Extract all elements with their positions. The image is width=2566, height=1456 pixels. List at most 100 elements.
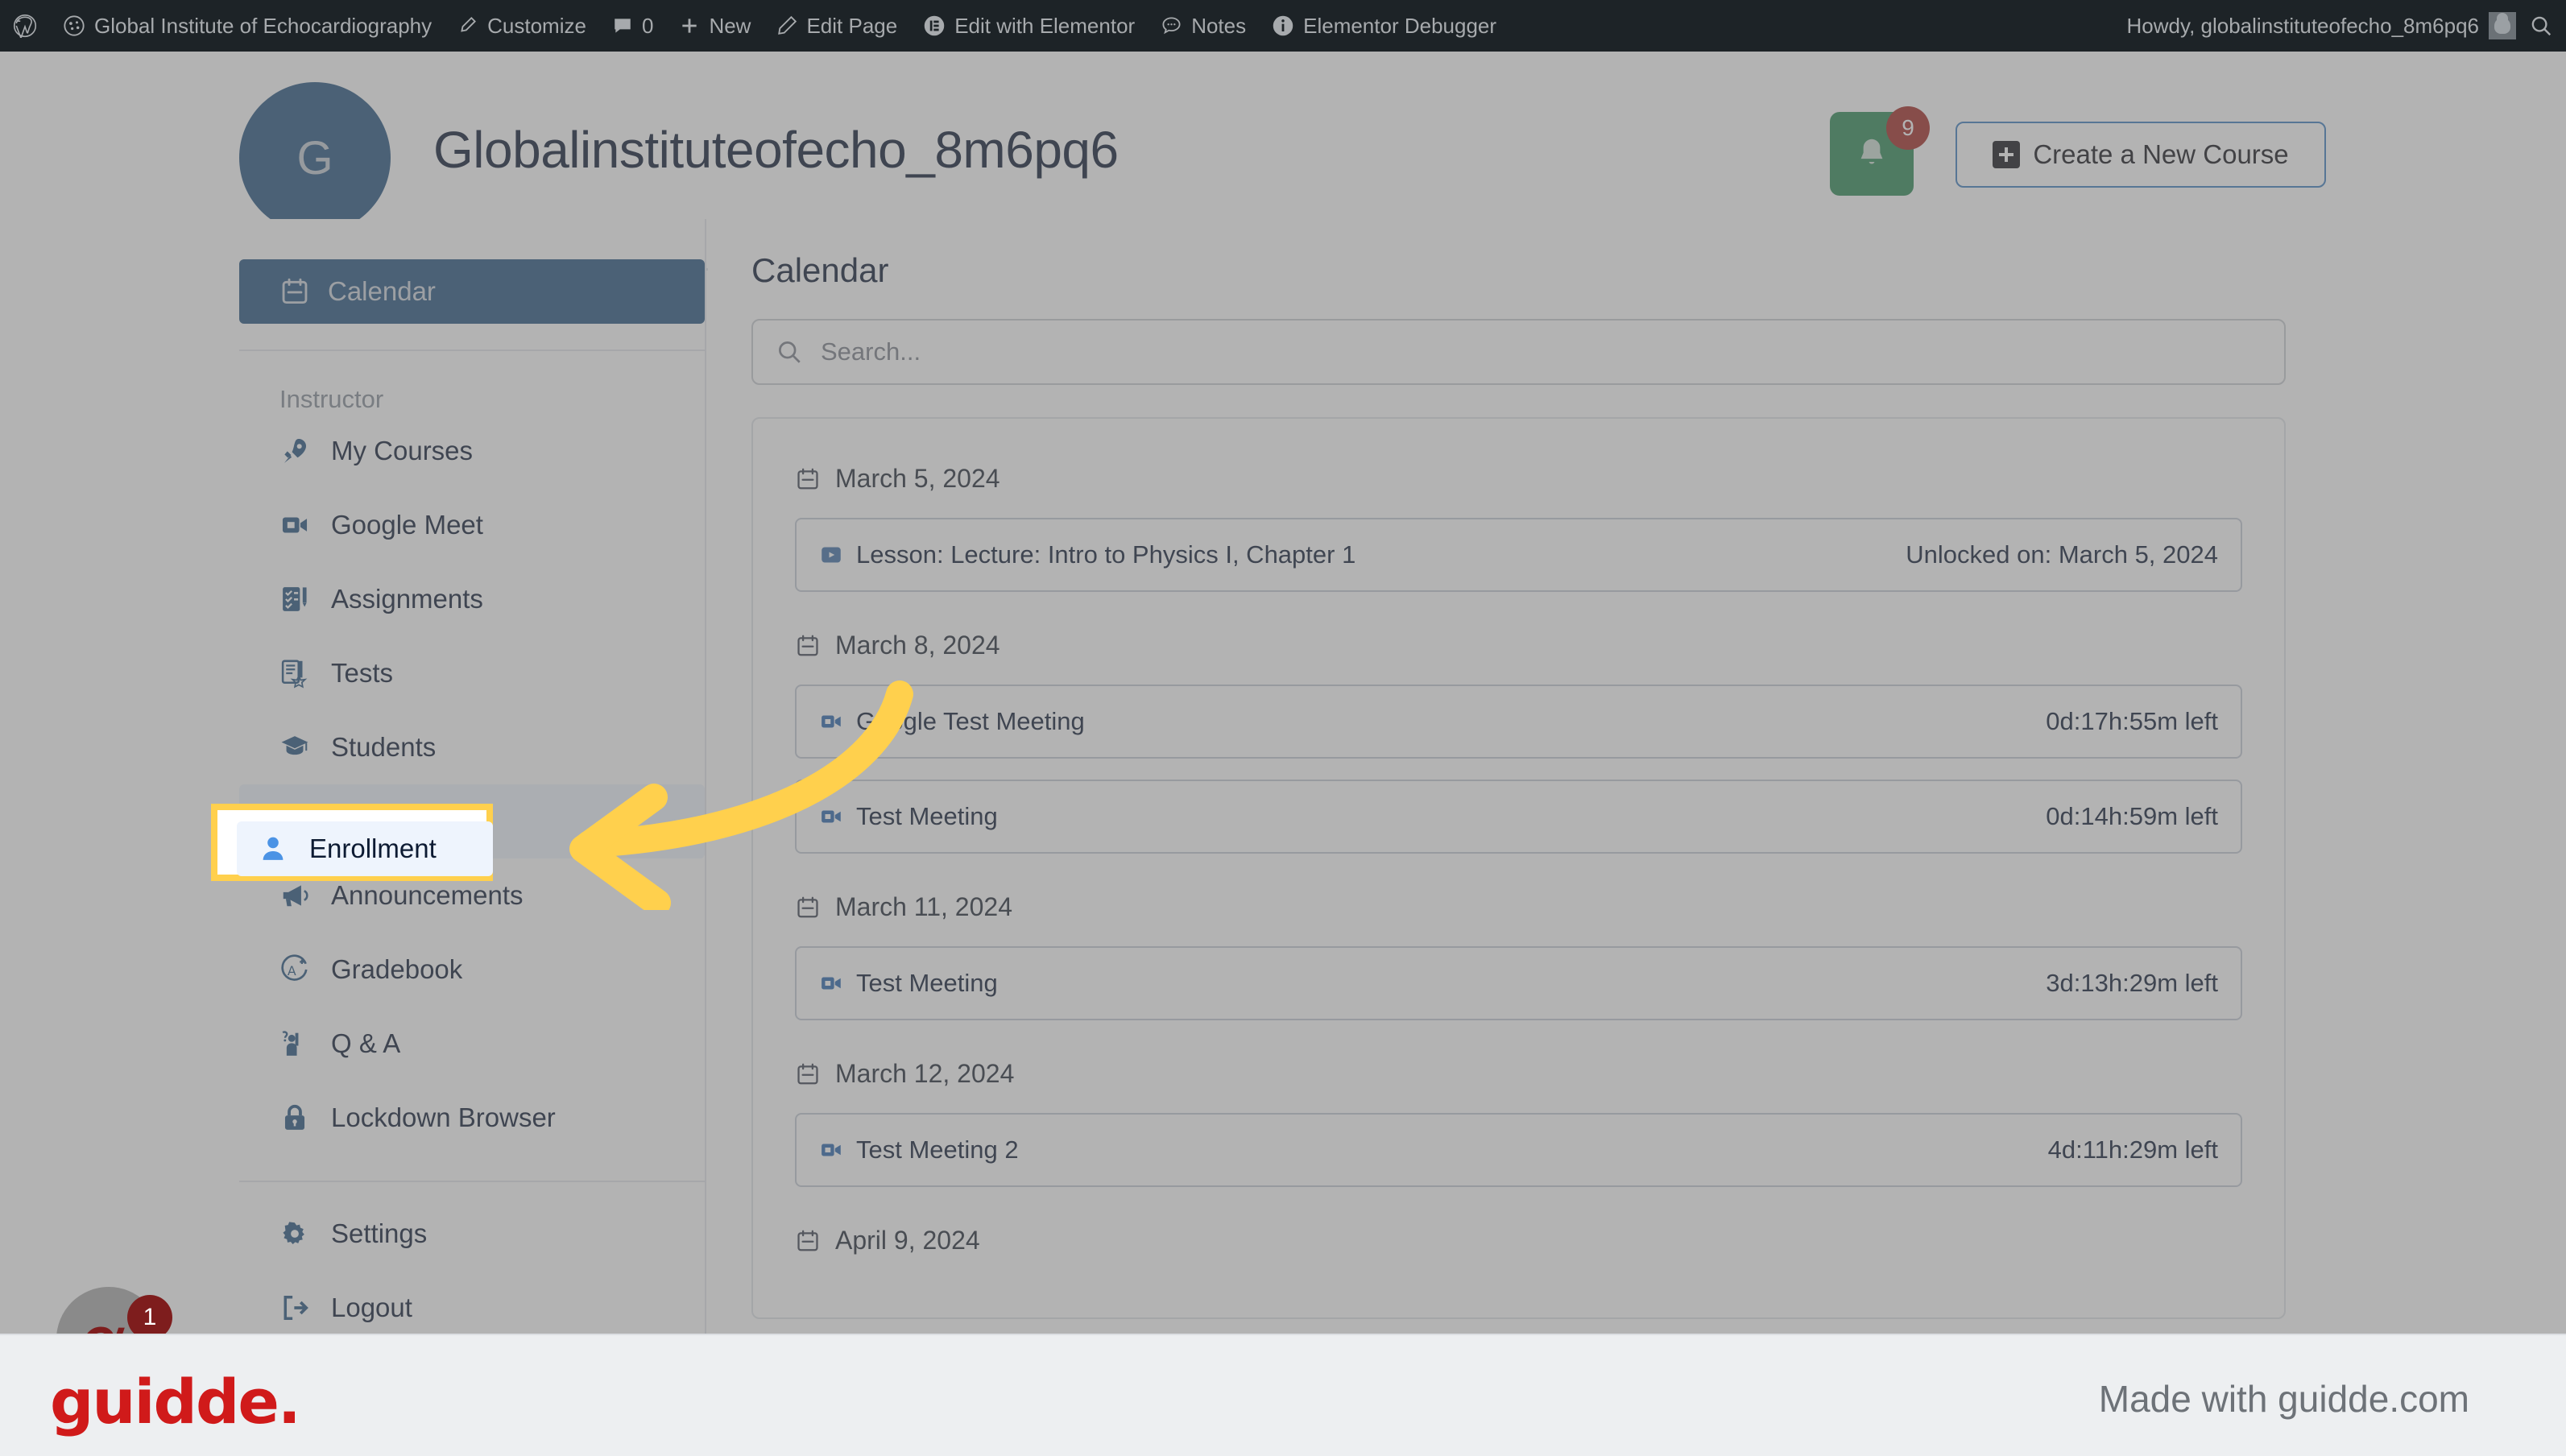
calendar-icon [797,1063,818,1084]
sidebar-item-settings-label: Settings [331,1218,428,1248]
sidebar-item-calendar[interactable]: Calendar [239,259,705,324]
adminbar-debugger-label: Elementor Debugger [1303,13,1497,38]
wordpress-icon [13,14,37,38]
date-label: April 9, 2024 [835,1226,980,1255]
megaphone-icon [283,885,308,907]
sidebar-item-qa[interactable]: Q & A [239,1007,705,1081]
gear-icon [283,1222,304,1244]
sidebar-item-gradebook-label: Gradebook [331,954,463,984]
date-label: March 11, 2024 [835,892,1012,921]
sidebar-item-settings[interactable]: Settings [239,1197,705,1271]
event-title: Google Test Meeting [856,707,1085,735]
event-row[interactable]: Test Meeting 2 4d:11h:29m left [795,1113,2242,1187]
page-title: Globalinstituteofecho_8m6pq6 [433,121,1119,179]
chat-bubble-icon: α [79,1305,130,1334]
create-new-course-button[interactable]: Create a New Course [1956,122,2326,188]
sidebar-item-google-meet[interactable]: Google Meet [239,488,705,562]
plus-square-icon [1993,141,2021,168]
video-camera-icon [822,977,841,990]
calendar-icon [797,1230,818,1251]
video-camera-icon [282,517,308,533]
event-row[interactable]: Google Test Meeting 0d:17h:55m left [795,685,2242,759]
event-title: Lesson: Lecture: Intro to Physics I, Cha… [856,540,1356,569]
guidde-logo: guidde. [50,1366,301,1437]
sidebar-item-lockdown-browser-label: Lockdown Browser [331,1102,556,1132]
guidde-footer: guidde. Made with guidde.com [0,1334,2566,1456]
sidebar-item-logout[interactable]: Logout [239,1271,705,1334]
notifications-badge: 9 [1886,106,1930,150]
adminbar-notes[interactable]: Notes [1148,0,1259,52]
sidebar-item-my-courses[interactable]: My Courses [239,414,705,488]
search-icon [779,341,801,363]
play-video-icon [822,547,841,563]
sidebar-item-gradebook[interactable]: A Gradebook [239,933,705,1007]
adminbar-site-name-label: Global Institute of Echocardiography [94,13,432,38]
enrollment-highlight-box: Enrollment [211,804,493,881]
event-meta: 3d:13h:29m left [2046,969,2218,997]
adminbar-right-group: Howdy, globalinstituteofecho_8m6pq6 [2127,0,2566,52]
adminbar-howdy[interactable]: Howdy, globalinstituteofecho_8m6pq6 [2127,14,2489,39]
sidebar-item-logout-label: Logout [331,1293,412,1322]
adminbar-comments-count: 0 [641,13,654,38]
date-label: March 8, 2024 [835,631,1000,660]
sidebar-item-assignments[interactable]: Assignments [239,562,705,636]
adminbar-search-button[interactable] [2516,0,2566,52]
main-content: Calendar Search... March 5, 2024 Lesson:… [708,219,2326,1334]
adminbar-edit-with-elementor[interactable]: Edit with Elementor [910,0,1148,52]
search-input[interactable]: Search... [751,319,2286,385]
event-meta: 0d:14h:59m left [2046,802,2218,830]
question-person-icon [282,1031,299,1056]
sidebar: Calendar Instructor My Courses Google Me… [239,219,706,1334]
sidebar-item-my-courses-label: My Courses [331,436,474,465]
sidebar-item-students[interactable]: Students [239,710,705,784]
sidebar-item-tests[interactable]: Tests [239,636,705,710]
notes-icon [1162,16,1181,34]
calendar-icon [797,468,818,489]
sidebar-item-lockdown-browser[interactable]: Lockdown Browser [239,1081,705,1155]
comment-icon [615,19,631,33]
adminbar-customize[interactable]: Customize [445,0,599,52]
event-left: Test Meeting 2 [819,1135,1019,1164]
lock-icon [284,1104,305,1130]
checklist-icon [283,587,307,611]
video-camera-icon [822,1144,841,1156]
adminbar-comments[interactable]: 0 [599,0,666,52]
event-meta: 4d:11h:29m left [2047,1135,2218,1164]
document-star-icon [281,660,308,689]
site-icon [64,15,85,36]
made-with-guidde-label: Made with guidde.com [2098,1378,2469,1420]
svg-text:A: A [288,963,296,978]
event-meta: 0d:17h:55m left [2046,707,2218,735]
event-row[interactable]: Lesson: Lecture: Intro to Physics I, Cha… [795,518,2242,592]
course-header: G Globalinstituteofecho_8m6pq6 9 Create … [0,52,2566,271]
sidebar-item-calendar-label: Calendar [328,276,436,306]
elementor-icon [924,15,945,36]
event-row[interactable]: Test Meeting 0d:14h:59m left [795,780,2242,854]
adminbar-elementor-label: Edit with Elementor [954,13,1136,38]
user-avatar-icon[interactable] [2489,12,2516,39]
adminbar-wordpress-logo[interactable] [0,0,50,52]
enrollment-highlight-label: Enrollment [309,833,437,863]
sidebar-item-google-meet-label: Google Meet [331,510,483,540]
event-left: Test Meeting [819,802,998,831]
sidebar-item-students-label: Students [331,732,437,762]
calendar-icon [797,635,818,656]
rocket-icon [284,439,307,463]
adminbar-new-label: New [709,13,751,38]
adminbar-edit-page-label: Edit Page [806,13,898,38]
sidebar-item-enrollment-highlighted[interactable]: Enrollment [237,821,493,876]
calendar-icon [282,278,308,304]
info-icon [1273,15,1293,36]
adminbar-elementor-debugger[interactable]: Elementor Debugger [1259,0,1509,52]
adminbar-new[interactable]: New [666,0,764,52]
grade-a-plus-icon: A [281,954,308,981]
chat-widget-badge: 1 [127,1295,172,1334]
calendar-icon [797,896,818,917]
adminbar-edit-page[interactable]: Edit Page [764,0,910,52]
app-screenshot: Global Institute of Echocardiography Cus… [0,0,2566,1334]
event-row[interactable]: Test Meeting 3d:13h:29m left [795,946,2242,1020]
video-camera-icon [822,810,841,823]
sidebar-item-qa-label: Q & A [331,1028,401,1058]
adminbar-site-name[interactable]: Global Institute of Echocardiography [50,0,445,52]
sidebar-item-announcements-label: Announcements [331,880,524,910]
